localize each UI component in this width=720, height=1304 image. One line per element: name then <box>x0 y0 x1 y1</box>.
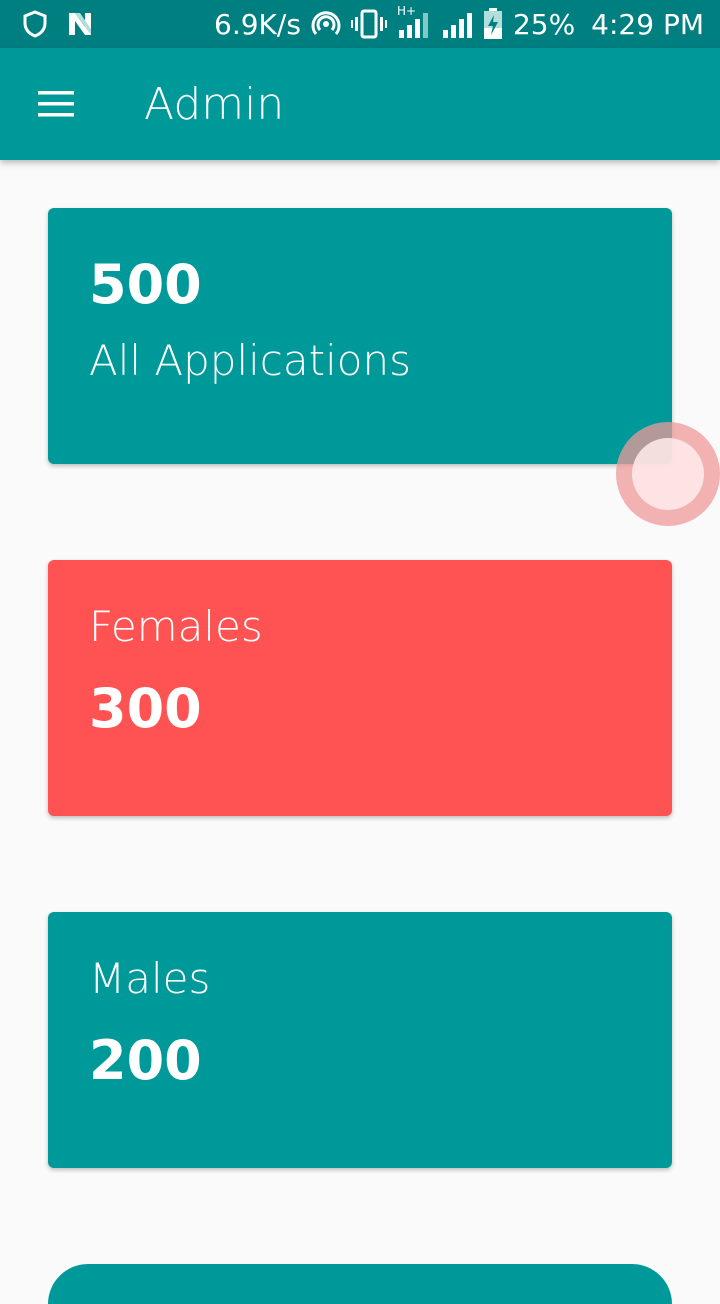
females-label: Females <box>89 602 263 651</box>
all-applications-label: All Applications <box>89 336 411 385</box>
network-speed: 6.9K/s <box>214 7 301 41</box>
battery-charging-icon <box>483 8 503 40</box>
touch-indicator <box>616 422 720 526</box>
males-label: Males <box>89 954 211 1003</box>
all-applications-count: 500 <box>89 253 202 316</box>
menu-button[interactable] <box>28 76 84 132</box>
females-count: 300 <box>89 677 202 740</box>
battery-level: 25% <box>512 7 576 41</box>
app-bar: Admin <box>0 48 720 160</box>
shield-icon <box>22 10 48 38</box>
hotspot-icon <box>311 9 341 39</box>
bottom-button-partial[interactable] <box>48 1264 672 1304</box>
hamburger-menu-icon <box>38 91 74 117</box>
touch-indicator-center <box>632 438 704 510</box>
card-males[interactable]: Males 200 <box>48 912 672 1168</box>
card-all-applications[interactable]: 500 All Applications <box>48 208 672 464</box>
card-females[interactable]: Females 300 <box>48 560 672 816</box>
network-type: H+ <box>396 4 417 18</box>
status-left-icons <box>22 10 94 38</box>
vibrate-icon <box>350 9 387 39</box>
males-count: 200 <box>89 1029 202 1092</box>
signal-icon-2 <box>441 10 473 38</box>
signal-icon: H+ <box>397 4 431 38</box>
status-right-icons: 6.9K/s H+ 25% 4:29 PM <box>214 4 704 41</box>
clock: 4:29 PM <box>591 7 704 41</box>
n-notification-icon <box>66 10 94 38</box>
page-title: Admin <box>144 78 285 130</box>
status-bar: 6.9K/s H+ 25% 4:29 PM <box>0 0 720 48</box>
